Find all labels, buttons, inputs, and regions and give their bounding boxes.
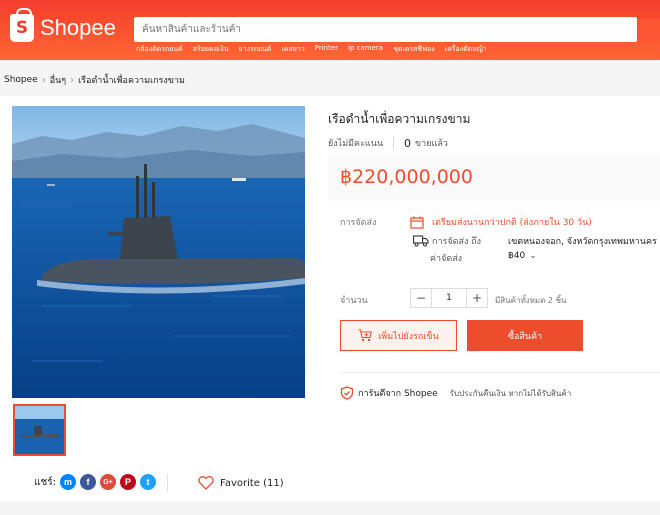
product-thumbnail[interactable]	[13, 404, 66, 456]
quantity-input[interactable]: 1	[432, 288, 466, 308]
hotword-link[interactable]: เครื่องตัดหญ้า	[445, 44, 487, 55]
stock-text: มีสินค้าทั้งหมด 2 ชิ้น	[495, 296, 567, 305]
breadcrumb-category[interactable]: อื่นๆ	[50, 73, 66, 87]
product-title: เรือดำน้ำเพื่อความเกรงขาม	[328, 112, 471, 126]
breadcrumb-current: เรือดำน้ำเพื่อความเกรงขาม	[78, 76, 185, 86]
site-header: S Shopee กล้องติดรถยนต์ สร้อยคอเงิน ยางร…	[0, 0, 660, 60]
divider	[167, 474, 168, 492]
hotword-link[interactable]: กล้องติดรถยนต์	[136, 44, 183, 55]
guarantee-row[interactable]: การันตีจาก Shopee รับประกันคืนเงิน หากไม…	[340, 386, 571, 400]
ship-cost-value: ฿40	[508, 251, 526, 261]
facebook-icon[interactable]: f	[79, 474, 96, 490]
pinterest-icon[interactable]: P	[119, 474, 136, 490]
twitter-icon[interactable]: t	[139, 474, 156, 490]
cart-icon	[358, 329, 373, 342]
favorite-label: Favorite (11)	[220, 477, 284, 489]
buy-now-button[interactable]: ซื้อสินค้า	[467, 320, 583, 351]
divider	[340, 372, 660, 373]
product-panel: แชร์: m f G+ P t Favorite (11) เรือดำน้ำ…	[0, 96, 660, 501]
hotword-link[interactable]: ยางรถยนต์	[239, 44, 272, 55]
minus-button[interactable]: −	[410, 288, 432, 308]
shopee-logo[interactable]: S Shopee	[10, 8, 116, 42]
favorite-button[interactable]: Favorite (11)	[198, 476, 284, 490]
guarantee-title: การันตีจาก Shopee	[358, 389, 438, 399]
calendar-icon	[410, 216, 424, 229]
rating-line: ยังไม่มีคะแนน 0 ขายแล้ว	[328, 136, 448, 150]
search-input[interactable]	[134, 17, 637, 42]
ship-cost-dropdown[interactable]: ฿40 ⌄	[508, 251, 537, 261]
breadcrumb: Shopee › อื่นๆ › เรือดำน้ำเพื่อความเกรงข…	[4, 73, 185, 87]
sold-count: 0	[404, 136, 412, 150]
search-box	[134, 17, 637, 42]
ship-to-value[interactable]: เขตหนองจอก, จังหวัดกรุงเทพมหานคร	[508, 234, 660, 248]
search-button[interactable]	[638, 19, 660, 40]
hotword-link[interactable]: Printer	[315, 44, 338, 55]
ship-to-row: การจัดส่ง ถึง	[413, 234, 481, 248]
guarantee-text: รับประกันคืนเงิน หากไม่ได้รับสินค้า	[449, 388, 572, 398]
quantity-label: จำนวน	[340, 296, 368, 306]
hotwords: กล้องติดรถยนต์ สร้อยคอเงิน ยางรถยนต์ เคส…	[136, 44, 487, 55]
ship-cost-label: ค่าจัดส่ง	[430, 254, 463, 264]
product-image[interactable]	[12, 106, 305, 398]
divider	[393, 136, 395, 150]
hotword-link[interactable]: ชุดเดรสชีฟอง	[393, 44, 435, 55]
shield-icon	[340, 386, 354, 400]
share-label: แชร์:	[34, 476, 56, 488]
rating-text: ยังไม่มีคะแนน	[328, 139, 384, 149]
messenger-icon[interactable]: m	[59, 474, 76, 490]
hotword-link[interactable]: ip camera	[348, 44, 383, 55]
chevron-down-icon: ⌄	[529, 251, 537, 261]
preorder-row: เตรียมส่งนานกว่าปกติ (ส่งภายใน 30 วัน)	[410, 215, 592, 229]
shipping-label: การจัดส่ง	[340, 218, 377, 228]
add-to-cart-button[interactable]: เพิ่มไปยังรถเข็น	[340, 320, 457, 351]
truck-icon	[413, 235, 429, 247]
share-row: แชร์: m f G+ P t	[34, 474, 156, 490]
google-plus-icon[interactable]: G+	[99, 474, 116, 490]
chevron-right-icon: ›	[70, 74, 75, 86]
plus-button[interactable]: +	[466, 288, 488, 308]
ship-to-location: เขตหนองจอก, จังหวัดกรุงเทพมหานคร	[508, 237, 657, 247]
logo-text: Shopee	[40, 15, 116, 40]
add-to-cart-label: เพิ่มไปยังรถเข็น	[378, 331, 439, 342]
heart-icon	[198, 476, 214, 490]
shopping-bag-icon: S	[10, 8, 34, 42]
quantity-stepper: − 1 +	[410, 288, 488, 308]
logo-letter: S	[15, 18, 29, 38]
hotword-link[interactable]: เคสยาว	[281, 44, 304, 55]
breadcrumb-home[interactable]: Shopee	[4, 75, 38, 85]
hotword-link[interactable]: สร้อยคอเงิน	[193, 44, 229, 55]
chevron-right-icon: ›	[41, 74, 46, 86]
sold-label: ขายแล้ว	[415, 139, 448, 149]
product-price: ฿220,000,000	[340, 166, 473, 188]
price-box: ฿220,000,000	[328, 156, 660, 201]
preorder-text: เตรียมส่งนานกว่าปกติ (ส่งภายใน 30 วัน)	[432, 218, 592, 228]
ship-to-label: การจัดส่ง ถึง	[432, 237, 482, 247]
